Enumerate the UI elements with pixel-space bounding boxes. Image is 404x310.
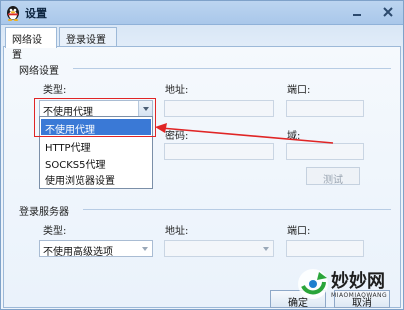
- title-bar: 设置: [1, 1, 403, 25]
- server-address-select[interactable]: [164, 240, 274, 257]
- proxy-port-label: 端口:: [287, 85, 311, 96]
- tab-bar: 网络设置 登录设置: [3, 27, 403, 61]
- tab-login-settings[interactable]: 登录设置: [59, 27, 117, 47]
- network-section-divider: [73, 68, 391, 69]
- proxy-address-input[interactable]: [164, 100, 274, 117]
- settings-window: 设置 网络设置 登录设置 网络设置 类型: 地址: 端口: 不使用代理 密码: …: [0, 0, 404, 310]
- server-port-label: 端口:: [287, 226, 311, 237]
- watermark-subtext: MIAOMIAOWANG: [331, 292, 388, 299]
- login-server-section-divider: [83, 209, 391, 210]
- dropdown-option-http-proxy[interactable]: HTTP代理: [41, 137, 151, 154]
- window-title: 设置: [25, 7, 47, 20]
- login-server-section-title: 登录服务器: [19, 207, 69, 218]
- minimize-icon[interactable]: [349, 4, 365, 20]
- test-button[interactable]: 测试: [306, 167, 360, 186]
- server-port-input[interactable]: [286, 240, 364, 257]
- chevron-down-icon[interactable]: [259, 241, 273, 256]
- proxy-address-label: 地址:: [165, 85, 189, 96]
- close-icon[interactable]: [380, 4, 396, 20]
- server-type-label: 类型:: [43, 226, 67, 237]
- annotation-highlight-box: [34, 98, 156, 137]
- dropdown-option-socks5-proxy[interactable]: SOCKS5代理: [41, 154, 151, 171]
- server-type-select[interactable]: 不使用高级选项: [39, 240, 153, 258]
- chevron-down-icon[interactable]: [138, 241, 152, 256]
- dropdown-option-browser-settings[interactable]: 使用浏览器设置: [41, 170, 151, 187]
- proxy-port-input[interactable]: [286, 100, 364, 117]
- watermark-text: 妙妙网: [331, 271, 385, 292]
- server-address-label: 地址:: [165, 226, 189, 237]
- annotation-arrow-icon: [155, 123, 334, 144]
- server-type-value: 不使用高级选项: [43, 247, 113, 258]
- proxy-type-label: 类型:: [43, 85, 67, 96]
- qq-penguin-icon: [7, 6, 19, 21]
- network-section-title: 网络设置: [19, 66, 59, 77]
- tab-network-settings[interactable]: 网络设置: [5, 27, 57, 61]
